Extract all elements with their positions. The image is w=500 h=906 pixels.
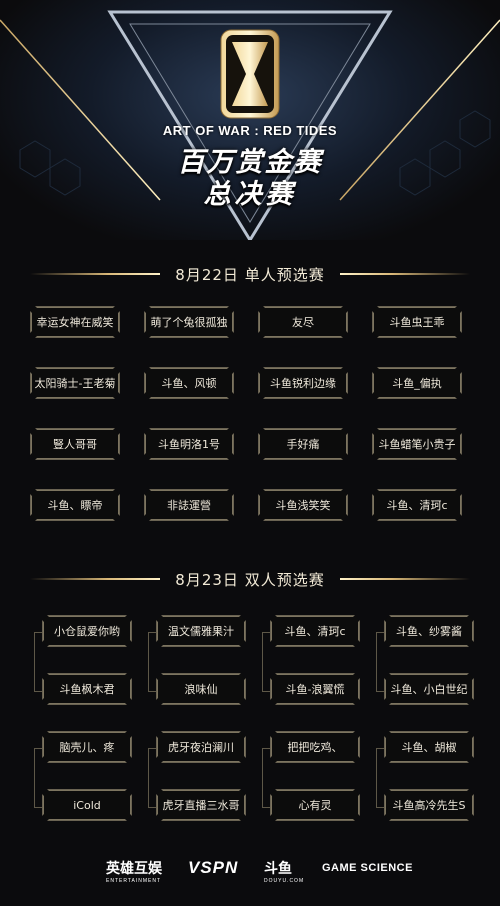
- player-card: 斗鱼虫王乖: [372, 306, 462, 338]
- player-card: 斗鱼锐利边缘: [258, 367, 348, 399]
- sponsor-name: 英雄互娱: [106, 860, 162, 876]
- pair-bracket: [34, 748, 43, 808]
- player-card: 心有灵: [270, 789, 360, 821]
- duo-qualifier-banner: 8月23日 双人预选赛: [0, 567, 500, 591]
- sponsor-logo-gamescience: GAME SCIENCE: [322, 862, 413, 874]
- player-card: 温文儒雅果汁: [156, 615, 246, 647]
- player-card: 浪味仙: [156, 673, 246, 705]
- player-card: 斗鱼_偏执: [372, 367, 462, 399]
- sponsor-logo-vspn: VSPN: [188, 858, 239, 877]
- pair-bracket: [148, 632, 157, 692]
- pair-bracket: [148, 748, 157, 808]
- pair-bracket: [34, 632, 43, 692]
- player-card: 斗鱼、风顿: [144, 367, 234, 399]
- player-card: 萌了个兔很孤独: [144, 306, 234, 338]
- player-card: 斗鱼、纱雾酱: [384, 615, 474, 647]
- player-card: 斗鱼明洛1号: [144, 428, 234, 460]
- sponsor-subtext: DOUYU.COM: [264, 878, 305, 884]
- pair-bracket: [376, 748, 385, 808]
- player-card: 斗鱼枫木君: [42, 673, 132, 705]
- sponsor-logo-douyu: 斗鱼 DOUYU.COM: [264, 858, 304, 884]
- player-card: 斗鱼、小白世纪: [384, 673, 474, 705]
- player-card: 太阳骑士-王老菊: [30, 367, 120, 399]
- player-card: 斗鱼蜡笔小贵子: [372, 428, 462, 460]
- game-logo-text: ART OF WAR : RED TIDES: [162, 123, 338, 138]
- player-card: 豎人哥哥: [30, 428, 120, 460]
- player-card: 幸运女神在威笑: [30, 306, 120, 338]
- event-header: ART OF WAR : RED TIDES 百万赏金赛 总决赛: [0, 0, 500, 240]
- single-qualifier-title: 8月22日 单人预选赛: [175, 266, 325, 284]
- player-card: 非誌運營: [144, 489, 234, 521]
- player-card: 斗鱼浅笑笑: [258, 489, 348, 521]
- player-card: 虎牙直播三水哥: [156, 789, 246, 821]
- pair-bracket: [376, 632, 385, 692]
- player-card: 友尽: [258, 306, 348, 338]
- player-card: 手好痛: [258, 428, 348, 460]
- player-card: 斗鱼、胡椒: [384, 731, 474, 763]
- duo-qualifier-title: 8月23日 双人预选赛: [175, 571, 325, 589]
- sponsor-subtext: ENTERTAINMENT: [106, 878, 162, 884]
- player-card: 斗鱼-浪翼慌: [270, 673, 360, 705]
- player-card: 虎牙夜泊澜川: [156, 731, 246, 763]
- player-card: 斗鱼高冷先生S: [384, 789, 474, 821]
- player-card: 脑壳儿、疼: [42, 731, 132, 763]
- player-card: 斗鱼、瞟帝: [30, 489, 120, 521]
- sponsor-logo-heroentertainment: 英雄互娱 ENTERTAINMENT: [106, 858, 162, 884]
- player-card: 小仓鼠爱你哟: [42, 615, 132, 647]
- player-card: 斗鱼、清珂c: [270, 615, 360, 647]
- player-card: iCold: [42, 789, 132, 821]
- player-card: 斗鱼、清珂c: [372, 489, 462, 521]
- pair-bracket: [262, 748, 271, 808]
- single-qualifier-banner: 8月22日 单人预选赛: [0, 262, 500, 286]
- sponsor-name: 斗鱼: [264, 860, 292, 876]
- event-subtitle: 总决赛: [203, 179, 297, 210]
- sponsor-footer: 英雄互娱 ENTERTAINMENT VSPN 斗鱼 DOUYU.COM GAM…: [0, 850, 500, 890]
- player-card: 把把吃鸡、: [270, 731, 360, 763]
- pair-bracket: [262, 632, 271, 692]
